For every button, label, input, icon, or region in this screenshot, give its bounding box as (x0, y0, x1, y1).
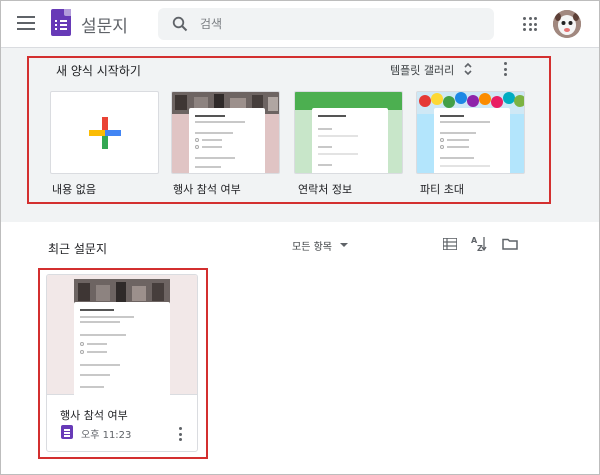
recent-forms-title: 최근 설문지 (48, 242, 108, 256)
forms-logo-icon[interactable] (51, 9, 71, 36)
hamburger-menu-icon[interactable] (17, 16, 35, 30)
folder-icon[interactable] (502, 238, 518, 250)
list-view-icon[interactable] (443, 238, 457, 250)
highlight-box-templates (27, 56, 551, 204)
google-apps-icon[interactable] (523, 17, 537, 31)
owner-filter-dropdown[interactable]: 모든 항목 (292, 238, 332, 253)
search-bar[interactable] (158, 8, 494, 40)
search-input[interactable] (200, 12, 480, 36)
account-avatar[interactable] (553, 10, 581, 38)
search-icon[interactable] (172, 16, 188, 32)
dropdown-arrow-icon[interactable] (340, 243, 348, 247)
sort-az-icon[interactable]: A Z (471, 235, 487, 252)
app-title: 설문지 (81, 17, 128, 37)
top-app-bar: 설문지 (1, 1, 599, 47)
highlight-box-recent (38, 268, 208, 459)
